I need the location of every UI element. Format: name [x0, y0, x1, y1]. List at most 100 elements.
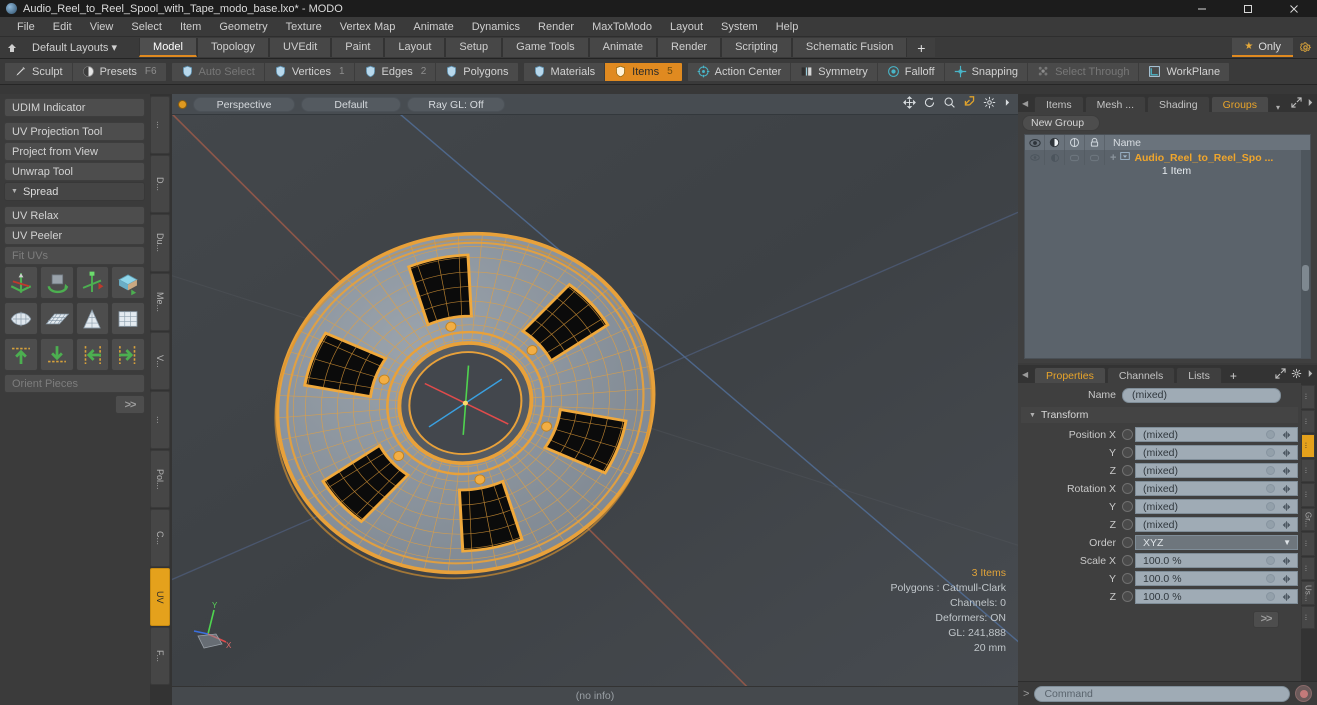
uv-grid-icon[interactable]: [39, 302, 74, 335]
tab-properties[interactable]: Properties: [1034, 367, 1106, 383]
left-tool-project-from-view[interactable]: Project from View: [4, 142, 145, 161]
toolbar-button-presets[interactable]: Presets F6: [72, 62, 166, 81]
properties-more-icon[interactable]: [1307, 368, 1314, 382]
menu-item-layout[interactable]: Layout: [661, 17, 712, 37]
uv-scale-icon[interactable]: [75, 266, 110, 299]
properties-vtab-9[interactable]: ...: [1301, 605, 1315, 629]
uv-quad-icon[interactable]: [111, 302, 145, 335]
property-spinner[interactable]: [1278, 465, 1295, 477]
viewport-canvas[interactable]: Y X 3 Items Polygons : Catmull-Clark Cha…: [172, 115, 1018, 686]
rotate-icon[interactable]: [923, 96, 936, 112]
tab-groups[interactable]: Groups: [1210, 96, 1270, 112]
command-input[interactable]: Command: [1034, 685, 1290, 702]
property-spinner[interactable]: [1278, 447, 1295, 459]
left-tool-spread[interactable]: ▼ Spread: [4, 182, 145, 201]
row-lock-icon[interactable]: [1085, 150, 1105, 165]
toolbar-button-workplane[interactable]: WorkPlane: [1139, 62, 1230, 81]
expand-properties-icon[interactable]: [1275, 368, 1286, 382]
tree-scroll-thumb[interactable]: [1302, 265, 1309, 291]
property-value-field[interactable]: (mixed): [1135, 427, 1298, 442]
left-tool-uv-projection-tool[interactable]: UV Projection Tool: [4, 122, 145, 141]
left-panel-send-button[interactable]: >>: [115, 395, 145, 414]
left-tool-uv-relax[interactable]: UV Relax: [4, 206, 145, 225]
expand-panel-icon[interactable]: [1291, 97, 1302, 111]
home-layout-icon[interactable]: [0, 42, 24, 54]
left-vtab-1[interactable]: D...: [150, 155, 170, 213]
row-shade-icon[interactable]: [1045, 150, 1065, 165]
prop-tab-scroll-left-icon[interactable]: ◀: [1022, 365, 1034, 383]
row-render-icon[interactable]: [1065, 150, 1085, 165]
menu-item-render[interactable]: Render: [529, 17, 583, 37]
property-reset-dot[interactable]: [1266, 430, 1275, 439]
layout-tab-topology[interactable]: Topology: [197, 38, 270, 57]
property-key-toggle[interactable]: [1122, 465, 1133, 476]
property-reset-dot[interactable]: [1266, 574, 1275, 583]
menu-item-help[interactable]: Help: [767, 17, 808, 37]
property-value-field[interactable]: (mixed): [1135, 517, 1298, 532]
left-vtab-2[interactable]: Du...: [150, 214, 170, 272]
property-value-field[interactable]: 100.0 %: [1135, 589, 1298, 604]
uv-rotate-icon[interactable]: [39, 266, 74, 299]
properties-send-button[interactable]: >>: [1253, 610, 1279, 628]
uv-flip-icon[interactable]: [111, 266, 145, 299]
properties-vtab-3[interactable]: ...: [1301, 458, 1315, 482]
property-key-toggle[interactable]: [1122, 537, 1133, 548]
toolbar-button-sculpt[interactable]: Sculpt: [5, 62, 73, 81]
property-value-field[interactable]: (mixed): [1135, 481, 1298, 496]
property-key-toggle[interactable]: [1122, 483, 1133, 494]
add-layout-button[interactable]: +: [907, 38, 936, 57]
eye-icon[interactable]: [1025, 135, 1045, 150]
property-key-toggle[interactable]: [1122, 447, 1133, 458]
chevron-down-icon[interactable]: ▼: [1283, 538, 1291, 547]
property-reset-dot[interactable]: [1266, 592, 1275, 601]
menu-item-dynamics[interactable]: Dynamics: [463, 17, 529, 37]
viewport-menu-icon[interactable]: [178, 99, 187, 109]
default-layouts-dropdown[interactable]: Default Layouts ▾: [24, 41, 127, 54]
toolbar-button-edges[interactable]: Edges 2: [354, 62, 437, 81]
gear-icon[interactable]: [1293, 41, 1317, 54]
property-value-field[interactable]: (mixed): [1135, 463, 1298, 478]
align-top-icon[interactable]: [4, 338, 38, 371]
menu-item-vertex-map[interactable]: Vertex Map: [331, 17, 405, 37]
settings-icon[interactable]: [983, 96, 996, 112]
record-icon[interactable]: [1295, 685, 1312, 702]
layout-tab-setup[interactable]: Setup: [445, 38, 503, 57]
align-right-icon[interactable]: [111, 338, 145, 371]
tab-mesh[interactable]: Mesh ...: [1084, 96, 1147, 112]
more-icon[interactable]: [1003, 96, 1012, 112]
name-field[interactable]: (mixed): [1122, 387, 1281, 403]
tabs-chevron-down-icon[interactable]: ▾: [1276, 103, 1280, 112]
property-spinner[interactable]: [1278, 501, 1295, 513]
property-spinner[interactable]: [1278, 483, 1295, 495]
layout-tab-layout[interactable]: Layout: [384, 38, 446, 57]
menu-item-animate[interactable]: Animate: [404, 17, 462, 37]
menu-item-item[interactable]: Item: [171, 17, 210, 37]
uv-move-icon[interactable]: [4, 266, 38, 299]
pan-icon[interactable]: [903, 96, 916, 112]
tab-shading[interactable]: Shading: [1147, 96, 1210, 112]
left-tool-fit-uvs[interactable]: Fit UVs: [4, 246, 145, 265]
left-tool-orient-pieces[interactable]: Orient Pieces: [4, 374, 145, 393]
layout-tab-game-tools[interactable]: Game Tools: [502, 38, 589, 57]
properties-vtab-1[interactable]: ...: [1301, 409, 1315, 433]
menu-item-edit[interactable]: Edit: [44, 17, 81, 37]
layout-tab-scripting[interactable]: Scripting: [721, 38, 792, 57]
menu-item-file[interactable]: File: [8, 17, 44, 37]
fit-icon[interactable]: [963, 96, 976, 112]
property-value-field[interactable]: (mixed): [1135, 499, 1298, 514]
property-key-toggle[interactable]: [1122, 573, 1133, 584]
toolbar-button-symmetry[interactable]: Symmetry: [791, 62, 878, 81]
layout-tab-model[interactable]: Model: [139, 38, 197, 57]
left-vtab-0[interactable]: ...: [150, 96, 170, 154]
toolbar-button-materials[interactable]: Materials: [523, 62, 606, 81]
lock-icon[interactable]: [1085, 135, 1105, 150]
table-row[interactable]: + Audio_Reel_to_Reel_Spo ...: [1025, 150, 1310, 165]
close-icon[interactable]: [1271, 0, 1317, 17]
properties-vtab-8[interactable]: Us...: [1301, 581, 1315, 605]
property-reset-dot[interactable]: [1266, 484, 1275, 493]
toolbar-button-items[interactable]: Items 5: [605, 62, 682, 81]
left-vtab-4[interactable]: V...: [150, 332, 170, 390]
align-left-icon[interactable]: [75, 338, 110, 371]
properties-vtab-6[interactable]: ...: [1301, 532, 1315, 556]
properties-vtab-4[interactable]: ...: [1301, 483, 1315, 507]
